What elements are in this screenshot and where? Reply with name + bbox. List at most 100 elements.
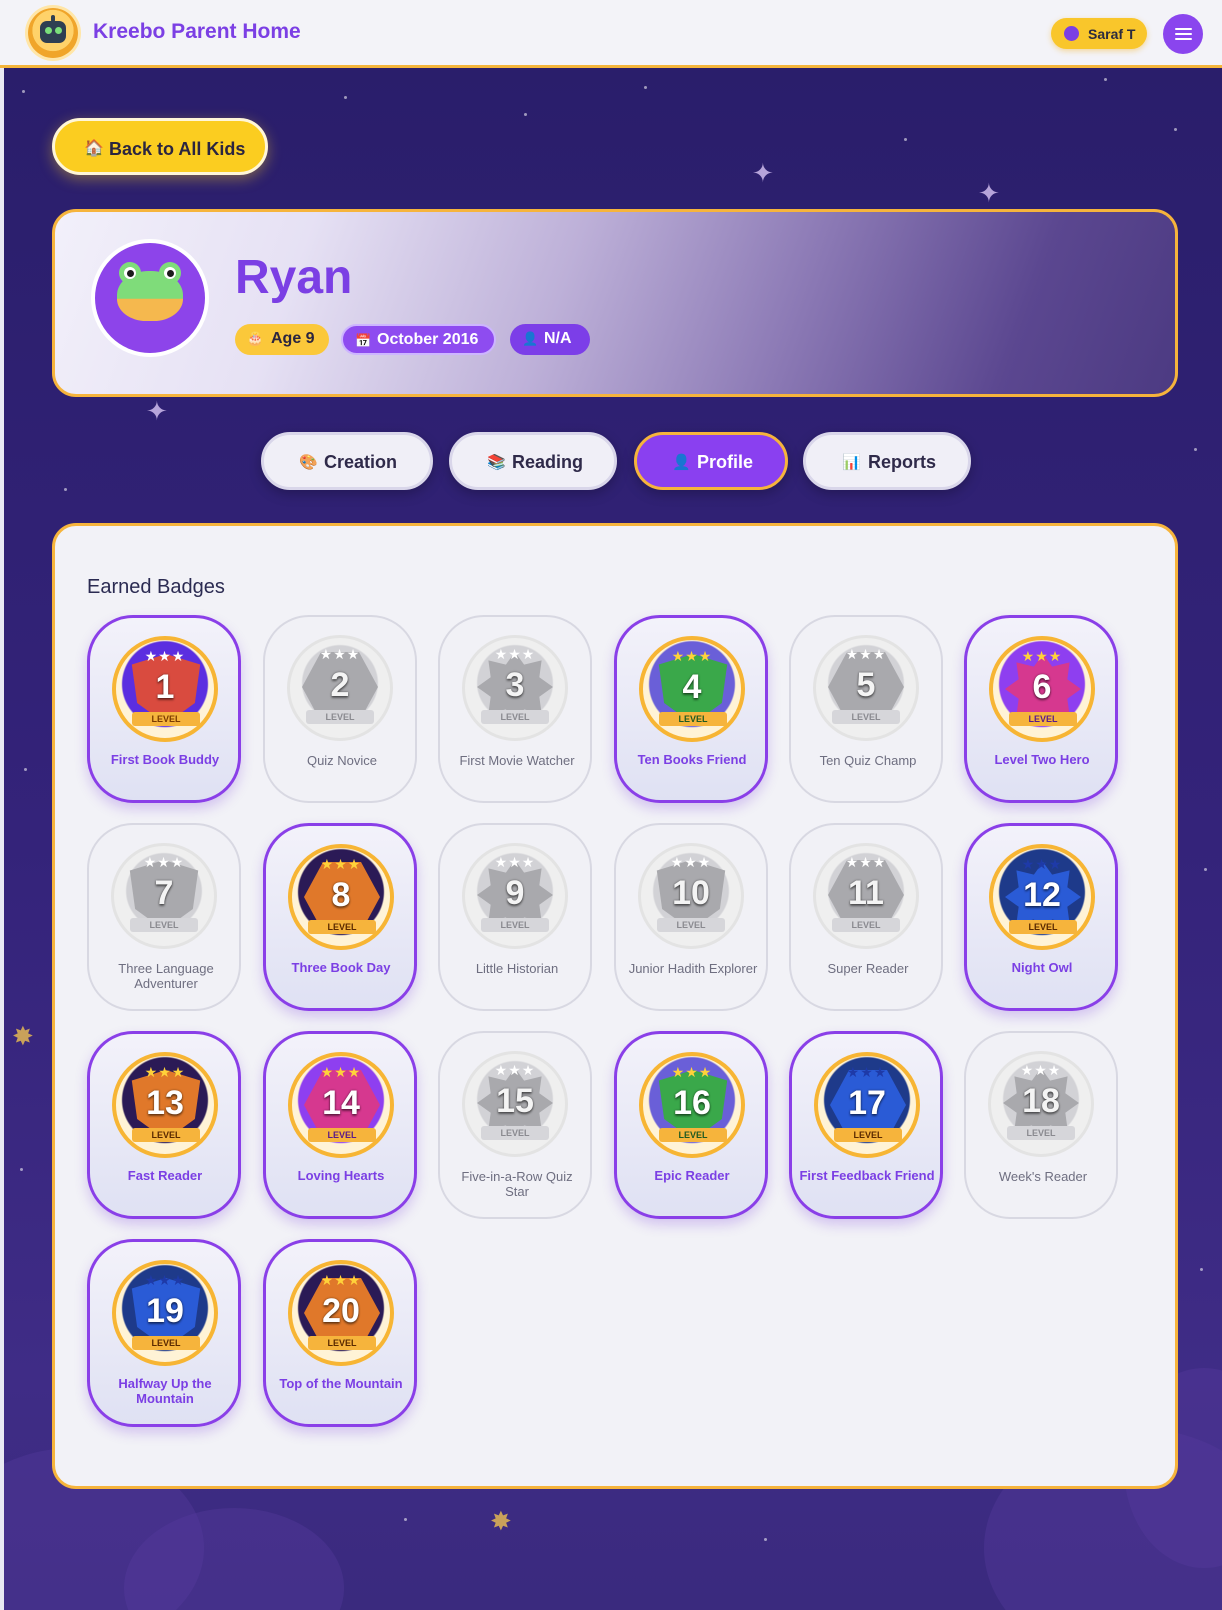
- level-ribbon: LEVEL: [1009, 712, 1077, 726]
- medal-stars: ★★★: [320, 1272, 362, 1288]
- badge-level-number: 20: [322, 1292, 360, 1330]
- badge-card[interactable]: ★★★ 16 LEVEL Epic Reader: [614, 1031, 768, 1219]
- medal-stars: ★★★: [143, 854, 185, 870]
- level-medal-icon: ★★★ 14 LEVEL: [288, 1052, 394, 1158]
- level-ribbon: LEVEL: [130, 918, 198, 932]
- badge-card[interactable]: ★★★ 12 LEVEL Night Owl: [964, 823, 1118, 1011]
- badge-card[interactable]: ★★★ 17 LEVEL First Feedback Friend: [789, 1031, 943, 1219]
- badge-card[interactable]: ★★★ 14 LEVEL Loving Hearts: [263, 1031, 417, 1219]
- level-ribbon: LEVEL: [832, 710, 900, 724]
- badge-name: Level Two Hero: [994, 752, 1090, 767]
- badge-level-number: 16: [673, 1084, 711, 1122]
- earned-badges-panel: Earned Badges ★★★ 1 LEVEL First Book Buddy ★…: [52, 523, 1178, 1489]
- palette-icon: 🎨: [299, 454, 318, 471]
- back-button-label: Back to All Kids: [109, 139, 246, 159]
- badge-card[interactable]: ★★★ 2 LEVEL Quiz Novice: [263, 615, 417, 803]
- badge-card[interactable]: ★★★ 9 LEVEL Little Historian: [438, 823, 592, 1011]
- gender-text: N/A: [544, 330, 572, 347]
- level-ribbon: LEVEL: [308, 920, 376, 934]
- badge-name: Three Book Day: [291, 960, 391, 975]
- badge-card[interactable]: ★★★ 1 LEVEL First Book Buddy: [87, 615, 241, 803]
- medal-stars: ★★★: [1021, 648, 1063, 664]
- badge-name: Junior Hadith Explorer: [628, 961, 758, 976]
- level-medal-icon: ★★★ 3 LEVEL: [462, 635, 568, 741]
- medal-stars: ★★★: [845, 854, 887, 870]
- badge-name: Loving Hearts: [297, 1168, 385, 1183]
- level-medal-icon: ★★★ 16 LEVEL: [639, 1052, 745, 1158]
- badge-name: Halfway Up the Mountain: [118, 1376, 212, 1406]
- level-ribbon: LEVEL: [132, 712, 200, 726]
- top-navigation-bar: Kreebo Parent Home Saraf T: [0, 0, 1222, 68]
- gender-chip: 👤 N/A: [510, 324, 590, 355]
- tab-label: Profile: [697, 452, 754, 472]
- bar-chart-icon: 📊: [842, 454, 861, 471]
- level-medal-icon: ★★★ 9 LEVEL: [462, 843, 568, 949]
- medal-stars: ★★★: [144, 1272, 186, 1288]
- badge-name: Super Reader: [827, 961, 909, 976]
- medal-stars: ★★★: [320, 856, 362, 872]
- level-ribbon: LEVEL: [1007, 1126, 1075, 1140]
- level-medal-icon: ★★★ 19 LEVEL: [112, 1260, 218, 1366]
- badge-level-number: 3: [505, 666, 525, 704]
- tab-reading[interactable]: 📚 Reading: [449, 432, 617, 490]
- badge-name: Five-in-a-Row Quiz Star: [461, 1169, 573, 1199]
- badge-card[interactable]: ★★★ 11 LEVEL Super Reader: [789, 823, 943, 1011]
- level-ribbon: LEVEL: [1009, 920, 1077, 934]
- level-ribbon: LEVEL: [657, 918, 725, 932]
- badge-name: Ten Quiz Champ: [819, 753, 917, 768]
- menu-icon-line: [1175, 33, 1192, 35]
- person-icon: 👤: [672, 454, 691, 471]
- badge-level-number: 10: [672, 874, 710, 912]
- medal-stars: ★★★: [671, 1064, 713, 1080]
- back-to-all-kids-button[interactable]: 🏠 Back to All Kids: [52, 118, 268, 175]
- user-account-button[interactable]: Saraf T: [1051, 18, 1147, 49]
- level-ribbon: LEVEL: [659, 1128, 727, 1142]
- robot-logo-icon[interactable]: [28, 8, 78, 58]
- badge-card[interactable]: ★★★ 4 LEVEL Ten Books Friend: [614, 615, 768, 803]
- level-ribbon: LEVEL: [481, 918, 549, 932]
- level-ribbon: LEVEL: [308, 1336, 376, 1350]
- badge-name: Epic Reader: [654, 1168, 730, 1183]
- level-medal-icon: ★★★ 20 LEVEL: [288, 1260, 394, 1366]
- badge-card[interactable]: ★★★ 18 LEVEL Week's Reader: [964, 1031, 1118, 1219]
- level-ribbon: LEVEL: [659, 712, 727, 726]
- frog-avatar-icon: [91, 239, 209, 357]
- badge-name: First Movie Watcher: [459, 753, 575, 768]
- badge-card[interactable]: ★★★ 8 LEVEL Three Book Day: [263, 823, 417, 1011]
- calendar-icon: 📅: [355, 333, 372, 348]
- badge-card[interactable]: ★★★ 19 LEVEL Halfway Up the Mountain: [87, 1239, 241, 1427]
- badge-name: Top of the Mountain: [279, 1376, 403, 1391]
- home-icon: 🏠: [84, 140, 104, 157]
- badge-name: Week's Reader: [998, 1169, 1088, 1184]
- app-title[interactable]: Kreebo Parent Home: [93, 20, 301, 44]
- badge-card[interactable]: ★★★ 5 LEVEL Ten Quiz Champ: [789, 615, 943, 803]
- badge-card[interactable]: ★★★ 7 LEVEL Three Language Adventurer: [87, 823, 241, 1011]
- person-icon: 👤: [522, 331, 539, 346]
- tab-label: Creation: [324, 452, 398, 472]
- tab-creation[interactable]: 🎨 Creation: [261, 432, 433, 490]
- badge-card[interactable]: ★★★ 13 LEVEL Fast Reader: [87, 1031, 241, 1219]
- badge-card[interactable]: ★★★ 20 LEVEL Top of the Mountain: [263, 1239, 417, 1427]
- badge-level-number: 1: [155, 668, 175, 706]
- badge-level-number: 12: [1023, 876, 1061, 914]
- tab-reports[interactable]: 📊 Reports: [803, 432, 971, 490]
- medal-stars: ★★★: [671, 648, 713, 664]
- badge-name: First Book Buddy: [110, 752, 220, 767]
- badge-level-number: 7: [154, 874, 174, 912]
- hamburger-menu-button[interactable]: [1163, 14, 1203, 54]
- tab-profile[interactable]: 👤 Profile: [634, 432, 788, 490]
- medal-stars: ★★★: [144, 1064, 186, 1080]
- level-medal-icon: ★★★ 13 LEVEL: [112, 1052, 218, 1158]
- medal-stars: ★★★: [144, 648, 186, 664]
- badge-level-number: 17: [848, 1084, 886, 1122]
- badge-card[interactable]: ★★★ 10 LEVEL Junior Hadith Explorer: [614, 823, 768, 1011]
- menu-icon-line: [1175, 38, 1192, 40]
- badge-card[interactable]: ★★★ 6 LEVEL Level Two Hero: [964, 615, 1118, 803]
- badge-card[interactable]: ★★★ 15 LEVEL Five-in-a-Row Quiz Star: [438, 1031, 592, 1219]
- level-ribbon: LEVEL: [306, 710, 374, 724]
- child-name: Ryan: [235, 251, 353, 304]
- medal-stars: ★★★: [494, 1062, 536, 1078]
- badge-card[interactable]: ★★★ 3 LEVEL First Movie Watcher: [438, 615, 592, 803]
- age-chip: 🎂 Age 9: [235, 324, 329, 355]
- medal-stars: ★★★: [845, 646, 887, 662]
